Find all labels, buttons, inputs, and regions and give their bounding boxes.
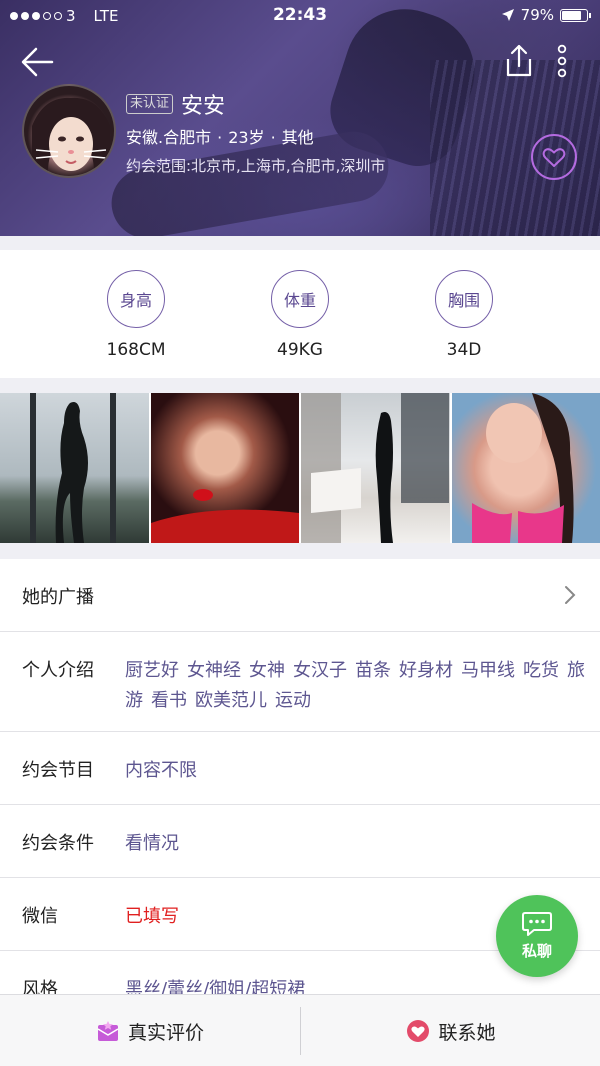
- photo-portrait-image: [150, 489, 299, 543]
- intro-tag: 好身材: [399, 660, 453, 681]
- intro-tag: 女神: [249, 660, 285, 681]
- chat-button-label: 私聊: [521, 942, 552, 960]
- share-button[interactable]: [500, 42, 538, 80]
- heart-icon: [531, 134, 577, 180]
- photo-room-image: [301, 393, 449, 543]
- row-label: 约会条件: [22, 833, 94, 854]
- stat-label: 体重: [271, 270, 329, 328]
- profile-header: 3 LTE 22:43 79% 未认证 安安 安徽.合肥市 · 23岁 · 其他…: [0, 0, 600, 236]
- broadcast-row[interactable]: 她的广播: [0, 559, 600, 632]
- real-review-button[interactable]: 真实评价: [0, 995, 300, 1066]
- contact-her-button[interactable]: 联系她: [301, 995, 600, 1066]
- profile-occupation: 其他: [281, 128, 314, 147]
- share-icon: [506, 44, 532, 77]
- verification-badge: 未认证: [126, 94, 174, 114]
- dating-range: 约会范围:北京市,上海市,合肥市,深圳市: [126, 157, 386, 175]
- intro-tag: 马甲线: [461, 660, 515, 681]
- stat-value: 34D: [446, 340, 482, 360]
- name-row: 未认证 安安: [126, 88, 225, 120]
- wechat-status: 已填写: [125, 906, 179, 927]
- body-stats-panel: 身高 168CM 体重 49KG 胸围 34D: [0, 250, 600, 378]
- row-label: 微信: [22, 906, 58, 927]
- photo-gallery: [0, 393, 600, 543]
- intro-tag: 吃货: [523, 660, 559, 681]
- heart-circle-icon: [407, 1020, 430, 1042]
- intro-tag: 女汉子: [293, 660, 347, 681]
- intro-row: 个人介绍 厨艺好 女神经 女神 女汉子 苗条 好身材 马甲线 吃货 旅游 看书 欧美范儿 运动: [0, 632, 600, 732]
- intro-tags: 厨艺好 女神经 女神 女汉子 苗条 好身材 马甲线 吃货 旅游 看书 欧美范儿 运动: [125, 656, 585, 716]
- program-row: 约会节目 内容不限: [0, 732, 600, 805]
- battery-percent: 79%: [520, 6, 554, 24]
- status-bar: 3 LTE 22:43 79%: [0, 0, 600, 32]
- intro-tag: 看书: [151, 690, 187, 711]
- intro-tag: 欧美范儿: [195, 690, 267, 711]
- more-vertical-icon: [557, 44, 567, 78]
- intro-tag: 厨艺好: [125, 660, 179, 681]
- stat-value: 168CM: [106, 340, 166, 360]
- intro-tag: 女神经: [187, 660, 241, 681]
- back-button[interactable]: [18, 42, 58, 82]
- profile-name: 安安: [181, 94, 226, 119]
- photo-silhouette-image: [30, 393, 116, 543]
- row-label: 个人介绍: [22, 660, 94, 681]
- stat-value: 49KG: [277, 340, 323, 360]
- gallery-photo[interactable]: [150, 393, 299, 543]
- private-chat-button[interactable]: 私聊: [496, 895, 578, 977]
- profile-age: 23岁: [228, 128, 265, 147]
- stat-height: 身高 168CM: [76, 270, 196, 360]
- row-value: 看情况: [125, 833, 179, 854]
- more-button[interactable]: [552, 42, 572, 80]
- row-label: 她的广播: [22, 587, 94, 608]
- row-value: 内容不限: [125, 760, 197, 781]
- row-label: 约会节目: [22, 760, 94, 781]
- chevron-right-icon: [565, 586, 576, 604]
- chat-bubble-icon: [522, 912, 552, 936]
- location-arrow-icon: [501, 9, 514, 21]
- battery-icon: [560, 8, 591, 22]
- intro-tag: 苗条: [355, 660, 391, 681]
- back-arrow-icon: [21, 47, 54, 77]
- real-review-label: 真实评价: [127, 1021, 204, 1044]
- stat-bust: 胸围 34D: [404, 270, 524, 360]
- condition-row: 约会条件 看情况: [0, 805, 600, 878]
- favorite-button[interactable]: [530, 133, 578, 181]
- status-right: 79%: [501, 6, 591, 24]
- stat-weight: 体重 49KG: [240, 270, 360, 360]
- profile-location: 安徽.合肥市: [126, 128, 212, 147]
- gallery-photo[interactable]: [451, 393, 600, 543]
- photo-selfie-image: [471, 393, 574, 543]
- bottom-action-bar: 真实评价 联系她: [0, 994, 600, 1066]
- intro-tag: 运动: [275, 690, 311, 711]
- avatar-face-icon: [32, 97, 110, 176]
- gallery-photo[interactable]: [301, 393, 450, 543]
- profile-info-line: 安徽.合肥市 · 23岁 · 其他: [126, 128, 314, 147]
- gallery-photo[interactable]: [0, 393, 149, 543]
- stat-label: 身高: [107, 270, 165, 328]
- avatar[interactable]: [22, 84, 116, 178]
- stat-label: 胸围: [435, 270, 493, 328]
- contact-her-label: 联系她: [438, 1021, 496, 1044]
- review-envelope-icon: [97, 1021, 119, 1041]
